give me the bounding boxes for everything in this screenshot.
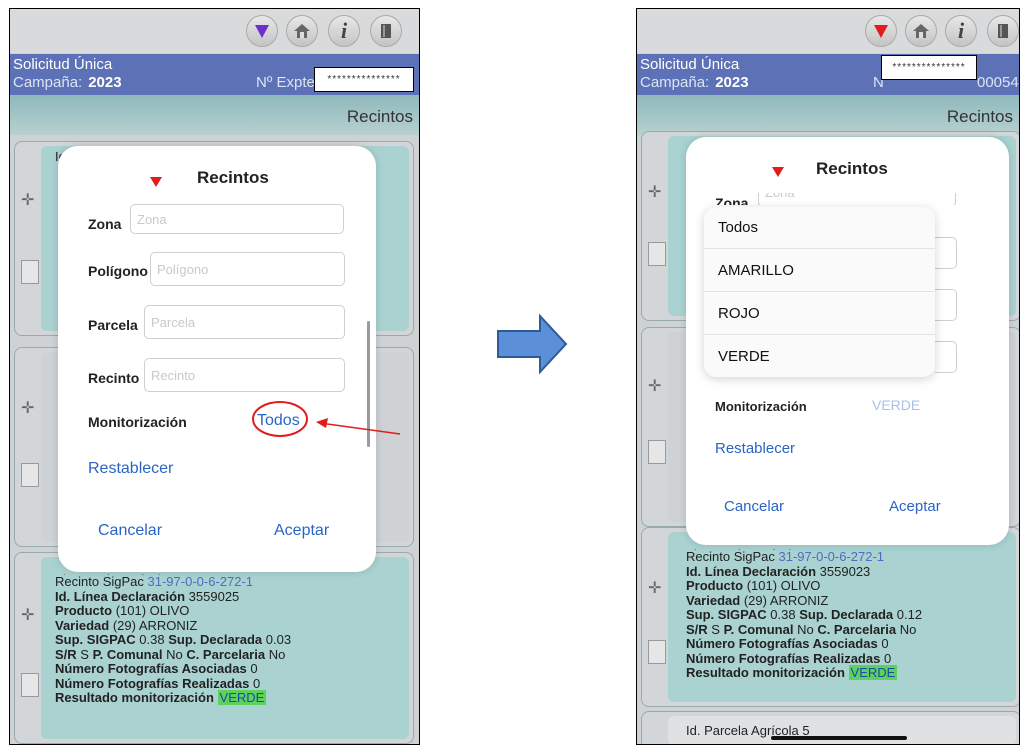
home-button[interactable] [905, 15, 937, 47]
right-screenshot: i Solicitud Única Campaña: 2023 N 00054 *… [636, 8, 1020, 745]
document-icon[interactable] [648, 242, 666, 266]
field-edge[interactable] [935, 237, 957, 269]
campaign-line: Campaña: 2023 [640, 74, 749, 91]
top-toolbar: i [637, 9, 1019, 53]
expand-icon[interactable]: ✛ [648, 578, 661, 598]
book-icon [998, 24, 1008, 38]
masked-field: *************** [881, 55, 977, 80]
pointer-arrowhead [316, 418, 328, 428]
cancel-button[interactable]: Cancelar [724, 498, 784, 515]
record-details: Id. Parcela Agrícola 5 Recinto SigPac 31… [686, 548, 922, 681]
zona-label: Zona [715, 195, 749, 205]
record-producto: Producto (101) OLIVO [686, 578, 821, 593]
left-screenshot: i Solicitud Única Campaña: 2023 Nº Expte … [9, 8, 420, 745]
monitorizacion-dropdown-list: Todos AMARILLO ROJO VERDE [704, 207, 935, 377]
field-edge[interactable] [935, 341, 957, 373]
section-title: Recintos [946, 107, 1013, 126]
campaign-year: 2023 [715, 74, 749, 91]
monitorizacion-value[interactable]: VERDE [872, 397, 920, 413]
record-recinto: Recinto SigPac 31-97-0-0-6-272-1 [686, 549, 885, 564]
zona-input[interactable]: Zona [758, 193, 956, 205]
reset-button[interactable]: Restablecer [715, 440, 795, 457]
record-superficie: Sup. SIGPAC 0.38 Sup. Declarada 0.12 [686, 607, 923, 622]
record-linea: Id. Línea Declaración 3559023 [686, 563, 871, 579]
book-button[interactable] [987, 15, 1019, 47]
annotation-overlay [252, 401, 401, 437]
app-title: Solicitud Única [640, 56, 740, 73]
field-edge[interactable] [935, 289, 957, 321]
pointer-arrow [319, 422, 401, 435]
monitorizacion-label: Monitorización [715, 399, 807, 414]
option-todos[interactable]: Todos [704, 207, 935, 249]
highlight-ellipse [252, 401, 308, 437]
filter-button[interactable] [865, 15, 897, 47]
record-variedad: Variedad (29) ARRONIZ [686, 592, 829, 608]
option-amarillo[interactable]: AMARILLO [704, 250, 935, 292]
record-fotos-realizadas: Número Fotografías Realizadas 0 [686, 650, 892, 666]
info-button[interactable]: i [945, 15, 977, 47]
home-indicator [771, 736, 907, 740]
transition-arrow-icon [497, 313, 568, 375]
record-fotos-asociadas: Número Fotografías Asociadas 0 [686, 636, 889, 651]
option-verde[interactable]: VERDE [704, 335, 935, 377]
filter-indicator-icon [772, 167, 784, 177]
option-rojo[interactable]: ROJO [704, 293, 935, 335]
status-badge: VERDE [848, 665, 898, 680]
section-banner: Recintos [637, 95, 1019, 135]
home-icon [913, 24, 929, 38]
zona-row: Zona Zona [686, 193, 1009, 205]
expediente-number: 00054 [977, 74, 1019, 91]
filter-icon [874, 25, 888, 38]
parcel-card[interactable]: ✛ Id. Parcela Agrícola 5 Recinto SigPac … [641, 527, 1019, 707]
accept-button[interactable]: Aceptar [889, 498, 941, 515]
document-icon[interactable] [648, 640, 666, 664]
modal-title: Recintos [816, 159, 888, 178]
record-resultado: Resultado monitorización VERDE [686, 665, 898, 680]
record-flags: S/R S P. Comunal No C. Parcelaria No [686, 621, 917, 637]
expand-icon[interactable]: ✛ [648, 182, 661, 202]
expand-icon[interactable]: ✛ [648, 376, 661, 396]
info-icon: i [957, 18, 965, 43]
document-icon[interactable] [648, 440, 666, 464]
